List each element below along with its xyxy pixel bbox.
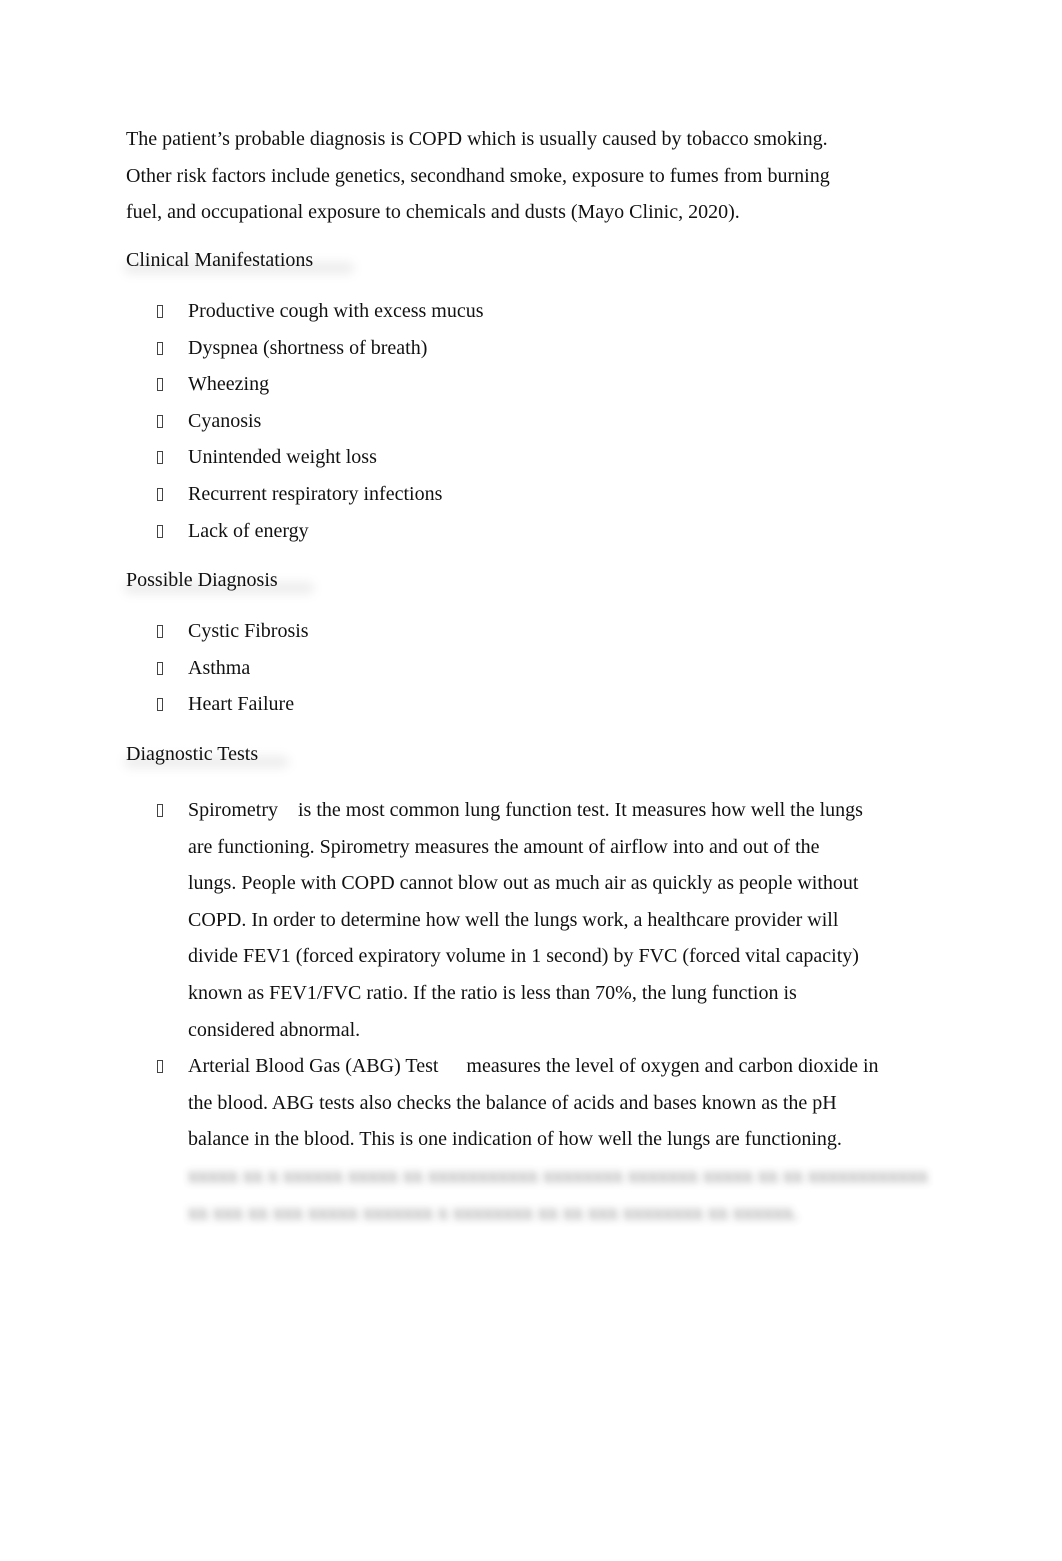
intro-line: The patient’s probable diagnosis is COPD…	[126, 128, 828, 150]
list-item: Dyspnea (shortness of breath)	[126, 334, 484, 371]
blurred-text-line: xxxxx xx x xxxxxx xxxxx xx xxxxxxxxxxx x…	[188, 1164, 928, 1187]
test-line: the blood. ABG tests also checks the bal…	[188, 1091, 837, 1114]
list-item: Recurrent respiratory infections	[126, 480, 484, 517]
bullet-icon	[157, 524, 163, 538]
bullet-icon	[157, 698, 163, 712]
intro-line: fuel, and occupational exposure to chemi…	[126, 201, 740, 223]
list-item: Heart Failure	[126, 690, 309, 727]
test-line: Arterial Blood Gas (ABG) Test measures th…	[188, 1055, 879, 1078]
heading-clinical-manifestations: Clinical Manifestations	[124, 246, 354, 274]
intro-line: Other risk factors include genetics, sec…	[126, 164, 830, 187]
test-line: lungs. People with COPD cannot blow out …	[188, 872, 859, 895]
test-line: balance in the blood. This is one indica…	[188, 1128, 842, 1151]
bullet-icon	[157, 661, 163, 675]
document-page: The patient’s probable diagnosis is COPD…	[0, 0, 1062, 1561]
list-item: Asthma	[126, 654, 309, 691]
test-term: Arterial Blood Gas (ABG) Test	[188, 1055, 439, 1078]
bullet-icon	[157, 804, 163, 817]
blurred-text-line: xx xxx xx xxx xxxxx xxxxxxx x xxxxxxxx x…	[188, 1201, 798, 1224]
list-item: Wheezing	[126, 370, 484, 407]
heading-diagnostic-tests: Diagnostic Tests	[124, 740, 289, 768]
list-item: Unintended weight loss	[126, 443, 484, 480]
clinical-manifestations-list: Productive cough with excess mucus Dyspn…	[126, 297, 484, 553]
list-item: Productive cough with excess mucus	[126, 297, 484, 334]
bullet-icon	[157, 414, 163, 428]
bullet-icon	[157, 341, 163, 355]
test-line: divide FEV1 (forced expiratory volume in…	[188, 945, 859, 968]
test-term: Spirometry	[188, 799, 278, 821]
test-item-spirometry: Spirometry is the most common lung functi…	[126, 792, 916, 1048]
test-line: considered abnormal.	[188, 1018, 361, 1041]
heading-possible-diagnosis: Possible Diagnosis	[124, 566, 314, 594]
diagnostic-tests-list: Spirometry is the most common lung functi…	[126, 792, 928, 1231]
list-item: Cystic Fibrosis	[126, 617, 309, 654]
test-line: known as FEV1/FVC ratio. If the ratio is…	[188, 981, 797, 1004]
bullet-icon	[157, 451, 163, 465]
possible-diagnosis-list: Cystic Fibrosis Asthma Heart Failure	[126, 617, 309, 727]
intro-paragraph: The patient’s probable diagnosis is COPD…	[126, 121, 906, 231]
test-line: COPD. In order to determine how well the…	[188, 908, 839, 931]
bullet-icon	[157, 305, 163, 318]
bullet-icon	[157, 1060, 163, 1074]
list-item: Cyanosis	[126, 407, 484, 444]
list-item: Lack of energy	[126, 517, 484, 554]
test-item-abg: Arterial Blood Gas (ABG) Test measures th…	[126, 1048, 928, 1231]
bullet-icon	[157, 378, 163, 392]
test-line: Spirometry is the most common lung functi…	[188, 799, 863, 821]
test-line: are functioning. Spirometry measures the…	[188, 835, 820, 858]
bullet-icon	[157, 487, 163, 501]
bullet-icon	[157, 625, 163, 638]
